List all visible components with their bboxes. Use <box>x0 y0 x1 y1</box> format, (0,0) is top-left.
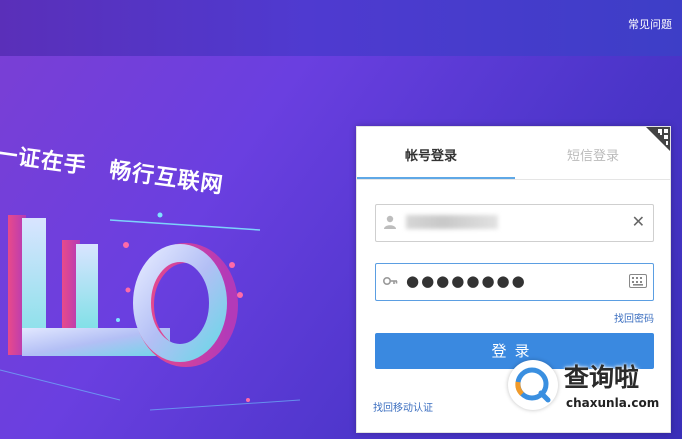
password-masked-value: ●●●●●●●● <box>406 272 527 290</box>
key-icon <box>382 277 398 286</box>
watermark-logo <box>508 360 558 410</box>
qr-code-icon[interactable] <box>646 127 670 151</box>
user-icon <box>384 215 396 229</box>
clear-icon[interactable]: ✕ <box>632 212 645 231</box>
recover-mobile-auth-link[interactable]: 找回移动认证 <box>373 399 433 414</box>
watermark-name: 查询啦 <box>564 363 640 392</box>
username-blurred-value <box>406 215 498 229</box>
faq-link[interactable]: 常见问题 <box>628 16 672 32</box>
watermark: 查询啦 chaxunla.com <box>500 352 680 422</box>
tab-account-login[interactable]: 帐号登录 <box>405 145 457 164</box>
magnifier-logo-icon <box>515 367 551 403</box>
keyboard-icon[interactable] <box>629 274 647 288</box>
active-tab-underline <box>357 177 515 179</box>
hero-illustration <box>0 212 301 411</box>
tab-sms-login[interactable]: 短信登录 <box>567 145 619 164</box>
background: 常见问题 一证在手 畅行互联网 帐号登录 短信登录 ✕ ●●●●●●●● 找回密… <box>0 0 682 439</box>
login-tabs: 帐号登录 短信登录 <box>357 127 670 180</box>
forgot-password-link[interactable]: 找回密码 <box>614 310 654 325</box>
top-bar: 常见问题 <box>0 0 682 56</box>
watermark-domain: chaxunla.com <box>566 396 660 410</box>
username-input[interactable]: ✕ <box>375 204 654 242</box>
password-input[interactable]: ●●●●●●●● <box>375 263 654 301</box>
